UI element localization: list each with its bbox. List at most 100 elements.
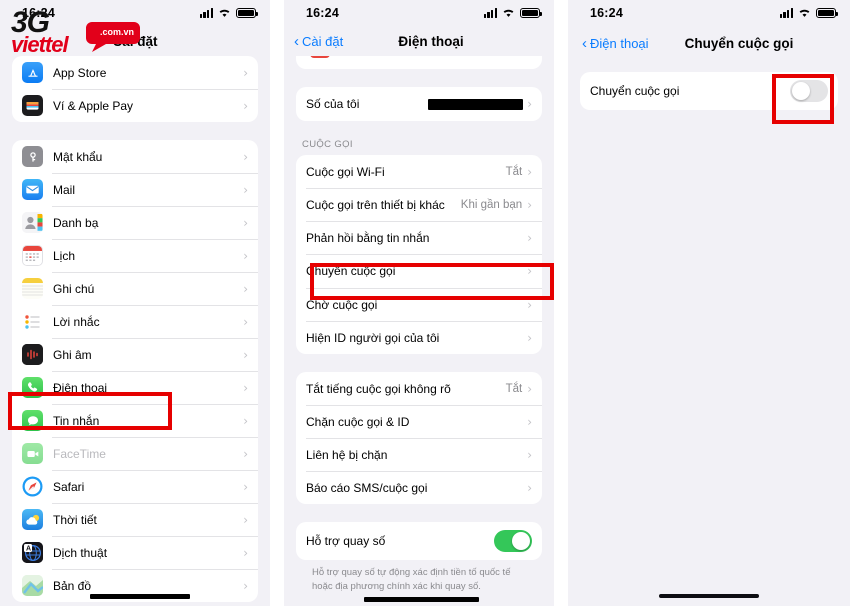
three-panel-screenshot: 16:24 Cài đặt 3G viettel .com.vn App Sto… (0, 0, 850, 606)
sidebar-item-label: Ghi chú (53, 281, 95, 296)
call-forwarding-toggle[interactable] (790, 80, 828, 102)
sidebar-item-label: Điện thoại (53, 380, 108, 395)
page-title-phone: Điện thoại (398, 33, 464, 49)
censor-bar-footnote (364, 597, 479, 602)
dial-assist-toggle[interactable] (494, 530, 532, 552)
settings-group-my-number: Số của tôi › (296, 87, 542, 121)
row-wifi-calling[interactable]: Cuộc gọi Wi-Fi Tắt › (296, 155, 542, 188)
wifi-icon (502, 8, 515, 18)
status-bar-left: 16:24 (0, 0, 270, 26)
row-label: Chờ cuộc gọi (306, 297, 378, 312)
settings-card: Mật khẩu › Mail › Danh bạ › Lịch › Ghi c… (12, 140, 258, 602)
sidebar-item-contacts[interactable]: Danh bạ › (12, 206, 258, 239)
settings-group-apps: Mật khẩu › Mail › Danh bạ › Lịch › Ghi c… (12, 140, 258, 602)
back-button-phone[interactable]: ‹ Điện thoại (582, 36, 649, 51)
sidebar-item-mail[interactable]: Mail › (12, 173, 258, 206)
sidebar-item-label: Dịch thuật (53, 545, 108, 560)
row-call-forwarding-toggle[interactable]: Chuyển cuộc gọi (580, 72, 838, 110)
wallet-apple-pay-icon (22, 95, 43, 116)
row-show-caller-id[interactable]: Hiện ID người gọi của tôi › (296, 321, 542, 354)
row-label: Chuyển cuộc gọi (590, 84, 680, 98)
row-silence-unknown-callers[interactable]: Tắt tiếng cuộc gọi không rõ Tắt › (296, 372, 542, 405)
row-label: Chuyển cuộc gọi (306, 264, 396, 278)
sidebar-item-label: Tin nhắn (53, 413, 100, 428)
settings-card: App Store › Ví & Apple Pay › (12, 56, 258, 122)
row-calls-other-devices[interactable]: Cuộc gọi trên thiết bị khác Khi gần bạn … (296, 188, 542, 221)
row-label: Cuộc gọi Wi-Fi (306, 164, 385, 179)
sidebar-item-wallet-apple-pay[interactable]: Ví & Apple Pay › (12, 89, 258, 122)
sidebar-item-label: Mật khẩu (53, 149, 103, 164)
calendar-icon (22, 245, 43, 266)
row-call-blocking-id[interactable]: Chặn cuộc gọi & ID › (296, 405, 542, 438)
sidebar-item-phone[interactable]: Điện thoại › (12, 371, 258, 404)
nav-bar-right: ‹ Điện thoại Chuyển cuộc gọi (568, 26, 850, 60)
row-call-forwarding[interactable]: Chuyển cuộc gọi › (296, 254, 542, 288)
translate-icon: A (22, 542, 43, 563)
battery-icon (520, 8, 542, 18)
settings-scroll-right[interactable]: Chuyển cuộc gọi (568, 60, 850, 606)
cellular-bars-icon (199, 8, 213, 18)
sidebar-item-reminders[interactable]: Lời nhắc › (12, 305, 258, 338)
status-time: 16:24 (306, 6, 339, 20)
settings-scroll-mid[interactable]: Số của tôi › Cuộc gọi Cuộc gọi Wi-Fi Tắt… (284, 56, 554, 606)
chevron-right-icon: › (527, 414, 532, 429)
chevron-right-icon: › (527, 330, 532, 345)
battery-icon (236, 8, 258, 18)
row-respond-with-text[interactable]: Phản hồi bằng tin nhắn › (296, 221, 542, 254)
chevron-right-icon: › (243, 347, 248, 362)
wifi-icon (798, 8, 811, 18)
settings-scroll-left[interactable]: App Store › Ví & Apple Pay › Mật khẩu › … (0, 56, 270, 606)
chevron-right-icon: › (243, 215, 248, 230)
voice-memos-icon (22, 344, 43, 365)
chevron-right-icon: › (527, 297, 532, 312)
sidebar-item-label: Bản đồ (53, 578, 92, 593)
chevron-right-icon: › (527, 480, 532, 495)
settings-group-store: App Store › Ví & Apple Pay › (12, 56, 258, 122)
chevron-right-icon: › (243, 512, 248, 527)
sidebar-item-label: Lời nhắc (53, 314, 100, 329)
sidebar-item-safari[interactable]: Safari › (12, 470, 258, 503)
group-header-calls: Cuộc gọi (302, 139, 353, 150)
sidebar-item-voice-memos[interactable]: Ghi âm › (12, 338, 258, 371)
sidebar-item-translate[interactable]: A Dịch thuật › (12, 536, 258, 569)
reminders-icon (22, 311, 43, 332)
sidebar-item-weather[interactable]: Thời tiết › (12, 503, 258, 536)
sidebar-item-label: Danh bạ (53, 215, 99, 230)
chevron-left-icon: ‹ (294, 32, 299, 50)
sidebar-item-passwords[interactable]: Mật khẩu › (12, 140, 258, 173)
back-button-label: Cài đặt (302, 33, 344, 49)
home-indicator (659, 594, 759, 598)
sidebar-item-notes[interactable]: Ghi chú › (12, 272, 258, 305)
row-label: Báo cáo SMS/cuộc gọi (306, 480, 428, 495)
row-blocked-contacts[interactable]: Liên hệ bị chặn › (296, 438, 542, 471)
back-button-settings[interactable]: ‹ Cài đặt (294, 34, 343, 49)
wifi-icon (218, 8, 231, 18)
facetime-icon (22, 443, 43, 464)
sidebar-item-messages[interactable]: Tin nhắn › (12, 404, 258, 437)
row-call-waiting[interactable]: Chờ cuộc gọi › (296, 288, 542, 321)
svg-text:A: A (26, 546, 31, 553)
chevron-right-icon: › (243, 380, 248, 395)
row-my-number[interactable]: Số của tôi › (296, 87, 542, 121)
sidebar-item-facetime[interactable]: FaceTime › (12, 437, 258, 470)
sidebar-item-app-store[interactable]: App Store › (12, 56, 258, 89)
chevron-right-icon: › (527, 447, 532, 462)
chevron-right-icon: › (243, 281, 248, 296)
row-sms-call-reporting[interactable]: Báo cáo SMS/cuộc gọi › (296, 471, 542, 504)
chevron-right-icon: › (527, 230, 532, 245)
chevron-right-icon: › (243, 248, 248, 263)
sidebar-item-calendar[interactable]: Lịch › (12, 239, 258, 272)
status-bar-mid: 16:24 (284, 0, 554, 26)
row-dial-assist[interactable]: Hỗ trợ quay số (296, 522, 542, 560)
censor-bar-bottom-left (90, 594, 190, 599)
settings-card: Số của tôi › (296, 87, 542, 121)
messages-icon (22, 410, 43, 431)
chevron-right-icon: › (527, 381, 532, 396)
sidebar-item-label: Ghi âm (53, 347, 92, 362)
chevron-right-icon: › (243, 545, 248, 560)
row-value: Tắt (505, 165, 523, 178)
chevron-right-icon: › (243, 314, 248, 329)
safari-icon (22, 476, 43, 497)
partial-red-icon (310, 56, 330, 58)
status-bar-right: 16:24 (568, 0, 850, 26)
